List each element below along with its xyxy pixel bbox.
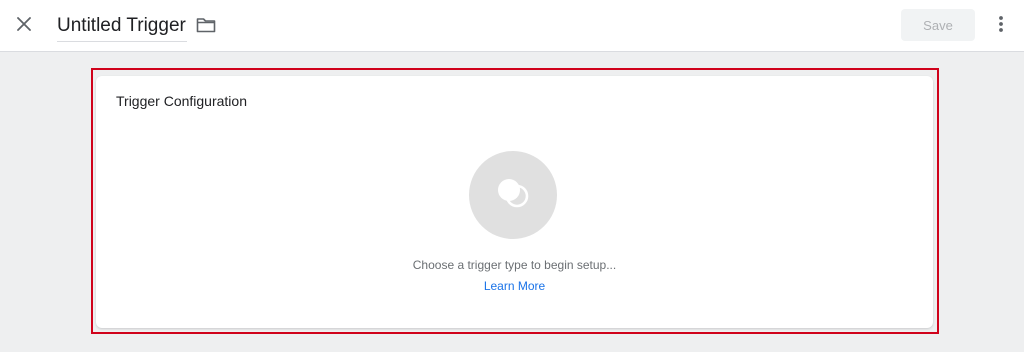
save-button[interactable]: Save [901, 9, 975, 41]
close-icon [17, 16, 31, 36]
top-bar: Untitled Trigger Save [0, 0, 1024, 52]
folder-button[interactable] [195, 16, 217, 38]
folder-icon [196, 17, 216, 38]
close-button[interactable] [11, 13, 37, 39]
more-options-button[interactable] [990, 13, 1012, 39]
trigger-name-field[interactable]: Untitled Trigger [57, 13, 187, 42]
highlight-box [91, 68, 939, 334]
more-vert-icon [998, 15, 1004, 38]
page-title: Untitled Trigger [57, 15, 186, 36]
